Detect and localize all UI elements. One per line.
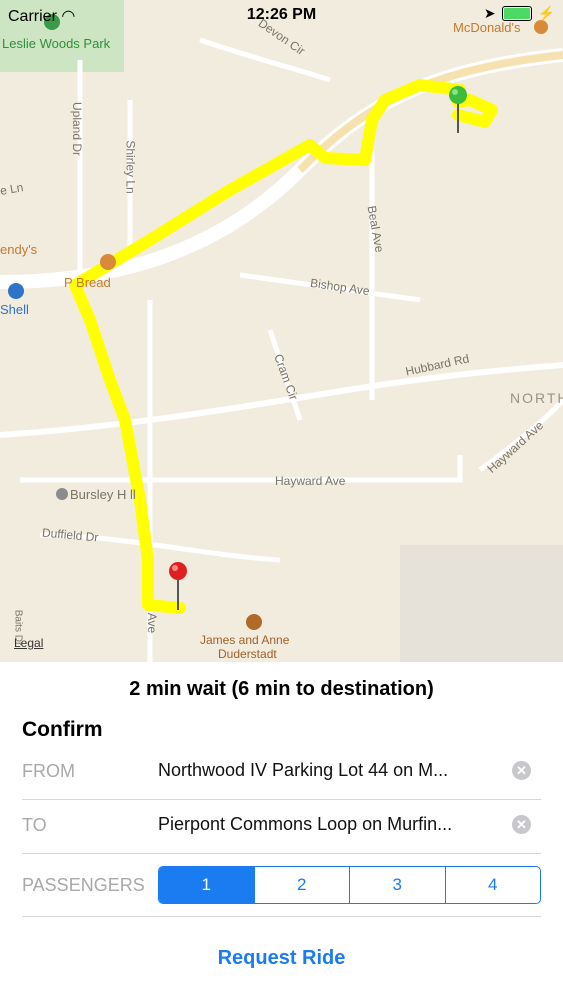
devon-road: [199, 37, 331, 83]
ave-label: Ave: [145, 612, 160, 634]
main-road: [0, 48, 563, 289]
map-canvas: [0, 0, 563, 662]
passengers-row: PASSENGERS 1 2 3 4: [22, 854, 541, 917]
gas-station-icon: [8, 283, 24, 299]
bursley-hall-icon: [56, 488, 68, 500]
passengers-label: PASSENGERS: [22, 875, 145, 895]
shirley-label: Shirley Ln: [123, 140, 138, 194]
school-icon: [246, 614, 262, 630]
upland-label: Upland Dr: [70, 101, 85, 157]
battery-icon: [501, 6, 532, 21]
wait-time-text: 2 min wait (6 min to destination): [129, 678, 434, 700]
map-view[interactable]: Leslie Woods Park McDonald's Devon Cir U…: [0, 0, 563, 662]
building-block: [400, 545, 563, 662]
restaurant-icon: [100, 254, 116, 270]
from-field[interactable]: Northwood IV Parking Lot 44 on M...: [158, 760, 448, 781]
location-arrow-icon: ➤: [483, 5, 496, 21]
wendys-label: endy's: [0, 242, 38, 257]
ride-panel: 2 min wait (6 min to destination) Confir…: [0, 662, 563, 1000]
passengers-segmented-control[interactable]: 1 2 3 4: [158, 866, 541, 904]
to-row[interactable]: TO Pierpont Commons Loop on Murfin... ✕: [22, 800, 541, 854]
from-row[interactable]: FROM Northwood IV Parking Lot 44 on M...…: [22, 746, 541, 800]
to-field[interactable]: Pierpont Commons Loop on Murfin...: [158, 814, 452, 835]
passenger-option-1[interactable]: 1: [159, 867, 254, 903]
confirm-title: Confirm: [22, 718, 103, 741]
charging-icon: ⚡: [537, 5, 555, 21]
north-label: NORTH: [510, 390, 563, 406]
hayward-label: Hayward Ave: [275, 474, 346, 488]
status-right: ➤ ⚡: [484, 5, 555, 22]
duderstadt-label: Duderstadt: [218, 647, 277, 661]
clear-to-icon[interactable]: ✕: [512, 815, 531, 834]
james-anne-label: James and Anne: [200, 633, 290, 647]
request-ride-button[interactable]: Request Ride: [0, 947, 563, 970]
panera-label: P Bread: [64, 275, 111, 290]
legal-link[interactable]: Legal: [14, 636, 43, 650]
status-bar: Carrier ◠ 12:26 PM ➤ ⚡: [0, 0, 563, 30]
start-pin-icon[interactable]: [449, 86, 467, 133]
hayward-road: [20, 455, 463, 483]
passenger-option-3[interactable]: 3: [349, 867, 445, 903]
passenger-option-2[interactable]: 2: [253, 867, 350, 903]
to-label: TO: [22, 815, 47, 835]
shell-label: Shell: [0, 302, 29, 317]
park-label: Leslie Woods Park: [2, 36, 111, 51]
passenger-option-4[interactable]: 4: [444, 867, 541, 903]
from-label: FROM: [22, 761, 75, 781]
clear-from-icon[interactable]: ✕: [512, 761, 531, 780]
status-time: 12:26 PM: [246, 6, 317, 23]
bursley-label: Bursley H ll: [70, 487, 136, 502]
